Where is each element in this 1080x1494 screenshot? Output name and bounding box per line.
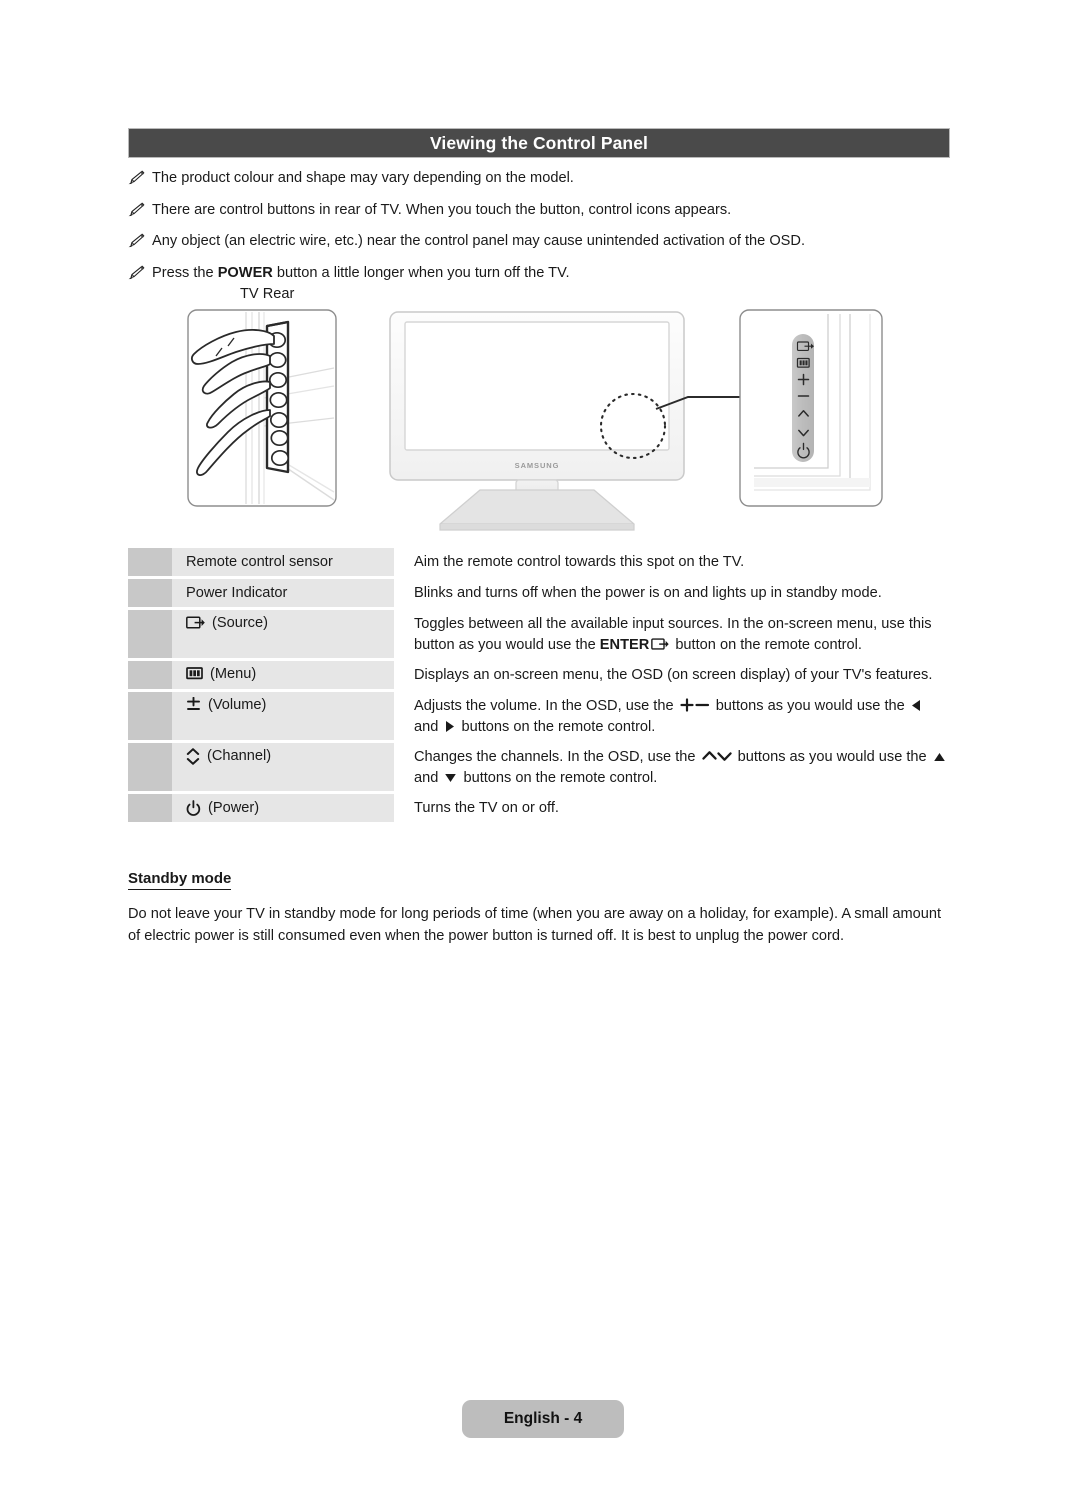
triangle-down-icon	[444, 772, 457, 784]
row-desc-text: Changes the channels. In the OSD, use th…	[414, 749, 700, 765]
row-description: Blinks and turns off when the power is o…	[394, 579, 950, 607]
row-desc-text: Turns the TV on or off.	[414, 800, 559, 816]
triangle-right-icon	[444, 720, 455, 733]
row-label: Remote control sensor	[186, 554, 333, 570]
menu-icon	[186, 666, 203, 680]
tv-rear-hand-illustration	[187, 309, 337, 507]
chevron-up-down-icon	[701, 749, 732, 763]
samsung-logo: SAMSUNG	[515, 461, 560, 470]
pencil-icon	[128, 170, 145, 185]
row-desc-text-mid: buttons as you would use the	[733, 749, 931, 765]
row-label-cell: (Power)	[172, 794, 394, 822]
pencil-icon	[128, 233, 145, 248]
pencil-icon	[128, 202, 145, 217]
tv-rear-label: TV Rear	[240, 286, 295, 302]
triangle-left-icon	[911, 699, 922, 712]
row-swatch	[128, 548, 172, 576]
row-label-cell: Power Indicator	[172, 579, 394, 607]
power-icon	[186, 800, 201, 816]
table-row: (Menu) Displays an on-screen menu, the O…	[128, 661, 950, 689]
row-description: Displays an on-screen menu, the OSD (on …	[394, 661, 950, 689]
control-panel-figure: TV Rear SAMSUNG	[128, 286, 968, 534]
row-swatch	[128, 692, 172, 740]
row-desc-text: Adjusts the volume. In the OSD, use the	[414, 698, 678, 714]
row-swatch	[128, 579, 172, 607]
page-footer: English - 4	[462, 1400, 624, 1438]
row-label-cell: (Volume)	[172, 692, 394, 740]
figure-illustration: SAMSUNG	[187, 309, 883, 531]
row-description: Toggles between all the available input …	[394, 610, 950, 658]
control-panel-table: Remote control sensor Aim the remote con…	[128, 548, 950, 825]
table-row: (Source) Toggles between all the availab…	[128, 610, 950, 658]
row-desc-text-mid: buttons as you would use the	[711, 698, 909, 714]
notes-list: The product colour and shape may vary de…	[128, 168, 968, 294]
control-panel-closeup	[739, 309, 883, 507]
control-strip	[792, 334, 814, 462]
row-label: (Volume)	[208, 697, 267, 713]
note-item: Press the POWER button a little longer w…	[128, 263, 968, 284]
row-label: Power Indicator	[186, 585, 288, 601]
volume-icon	[186, 696, 201, 713]
row-label: (Source)	[212, 615, 268, 631]
note-text-post: button a little longer when you turn off…	[272, 264, 570, 281]
tv-front-illustration: SAMSUNG	[389, 311, 685, 531]
row-desc-strong: ENTER	[599, 637, 650, 653]
row-swatch	[128, 743, 172, 791]
row-label-cell: (Channel)	[172, 743, 394, 791]
row-desc-text-tail: buttons on the remote control.	[459, 770, 658, 786]
note-item: Any object (an electric wire, etc.) near…	[128, 231, 968, 252]
page-title-bar: Viewing the Control Panel	[128, 128, 950, 158]
row-swatch	[128, 794, 172, 822]
source-icon	[651, 637, 669, 651]
row-label: (Power)	[208, 800, 260, 816]
row-label-cell: Remote control sensor	[172, 548, 394, 576]
row-description: Adjusts the volume. In the OSD, use the …	[394, 692, 950, 740]
note-item: There are control buttons in rear of TV.…	[128, 200, 968, 221]
source-icon	[186, 615, 205, 630]
note-item: The product colour and shape may vary de…	[128, 168, 968, 189]
row-swatch	[128, 661, 172, 689]
row-desc-text-tail: button on the remote control.	[671, 637, 862, 653]
row-label: (Menu)	[210, 666, 257, 682]
channel-icon	[186, 748, 200, 765]
row-desc-text-and: and	[414, 770, 443, 786]
page-number-label: English - 4	[503, 1410, 583, 1427]
table-row: (Volume) Adjusts the volume. In the OSD,…	[128, 692, 950, 740]
note-text: Any object (an electric wire, etc.) near…	[152, 233, 806, 249]
row-swatch	[128, 610, 172, 658]
row-desc-text-tail: buttons on the remote control.	[457, 719, 656, 735]
note-text: The product colour and shape may vary de…	[152, 170, 574, 186]
standby-mode-heading: Standby mode	[128, 870, 232, 890]
table-row: (Power) Turns the TV on or off.	[128, 794, 950, 822]
pencil-icon	[128, 265, 145, 280]
standby-mode-body: Do not leave your TV in standby mode for…	[128, 906, 942, 944]
row-desc-text: Displays an on-screen menu, the OSD (on …	[414, 667, 933, 683]
row-desc-text: Blinks and turns off when the power is o…	[414, 585, 882, 601]
table-row: Power Indicator Blinks and turns off whe…	[128, 579, 950, 607]
manual-page: Viewing the Control Panel The product co…	[0, 0, 1080, 1494]
row-desc-text-and: and	[414, 719, 443, 735]
row-label: (Channel)	[207, 748, 272, 764]
row-label-cell: (Source)	[172, 610, 394, 658]
row-desc-text: Aim the remote control towards this spot…	[414, 554, 745, 570]
note-text-pre: Press the	[152, 264, 218, 281]
row-description: Turns the TV on or off.	[394, 794, 950, 822]
page-title: Viewing the Control Panel	[429, 132, 649, 153]
row-description: Aim the remote control towards this spot…	[394, 548, 950, 576]
row-label-cell: (Menu)	[172, 661, 394, 689]
row-description: Changes the channels. In the OSD, use th…	[394, 743, 950, 791]
table-row: Remote control sensor Aim the remote con…	[128, 548, 950, 576]
note-text: There are control buttons in rear of TV.…	[152, 201, 732, 218]
table-row: (Channel) Changes the channels. In the O…	[128, 743, 950, 791]
note-text-strong: POWER	[217, 264, 273, 281]
triangle-up-icon	[933, 751, 946, 763]
plus-minus-icon	[680, 698, 710, 712]
